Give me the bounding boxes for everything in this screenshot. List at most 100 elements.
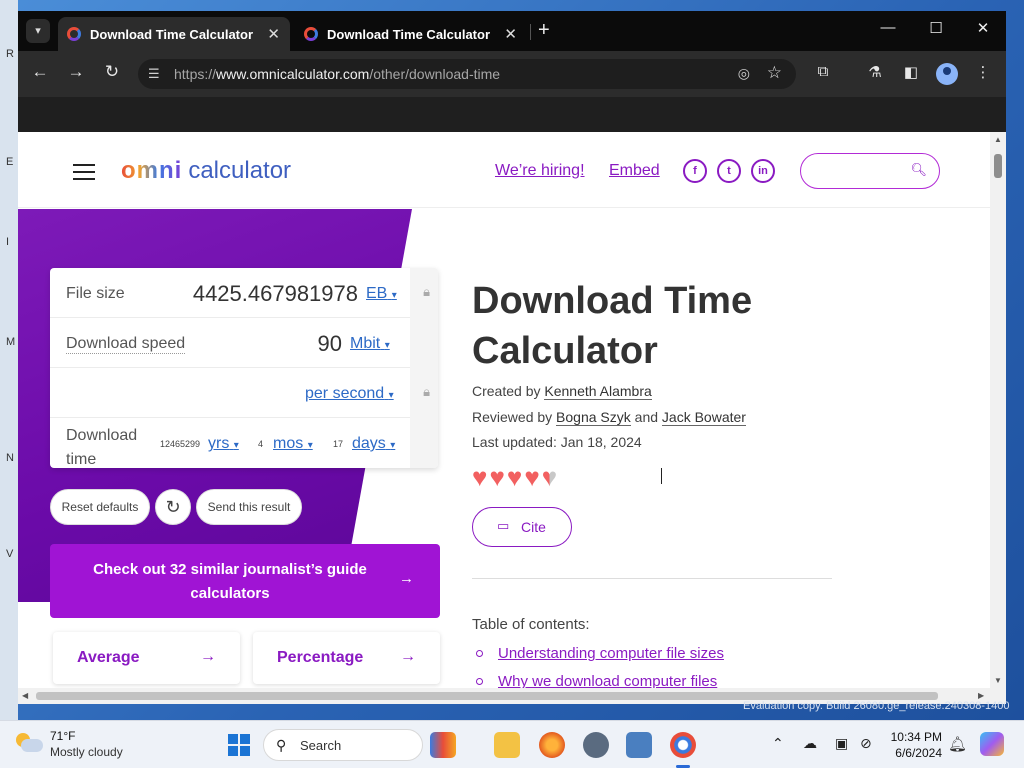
tab-close-icon[interactable]: ✕	[267, 25, 280, 43]
embed-link[interactable]: Embed	[609, 162, 660, 180]
tab-strip: ▾ Download Time Calculator ✕ Download Ti…	[18, 11, 1006, 51]
lock-icon[interactable]: 🔒︎	[423, 284, 430, 300]
search-icon[interactable]: 🔍︎	[910, 162, 927, 178]
evaluation-watermark: Evaluation copy. Build 26080.ge_release.…	[743, 700, 1010, 712]
hamburger-menu-icon[interactable]	[73, 164, 95, 180]
toc-link[interactable]: Why we download computer files	[475, 673, 717, 688]
tab-title: Download Time Calculator	[327, 27, 491, 42]
site-info-icon[interactable]: ☰	[148, 66, 160, 82]
years-value[interactable]: 12465299	[160, 439, 200, 449]
file-explorer-icon[interactable]	[494, 732, 520, 758]
weather-temperature[interactable]: 71°F	[50, 729, 75, 743]
tab-close-icon[interactable]: ✕	[504, 25, 517, 43]
bookmark-bar-area	[18, 97, 1006, 132]
minimize-button[interactable]: —	[873, 19, 903, 36]
download-time-row: Download time 12465299 yrs ▾ 4 mos ▾ 17 d…	[50, 418, 410, 468]
hiring-link[interactable]: We’re hiring!	[495, 162, 585, 180]
site-header: omni calculator We’re hiring! Embed f t i…	[18, 132, 990, 208]
labs-flask-icon[interactable]: ⚗	[864, 63, 886, 81]
reviewer-link[interactable]: Jack Bowater	[661, 409, 746, 426]
network-icon[interactable]: ⊘	[860, 735, 872, 752]
twitter-icon[interactable]: t	[717, 159, 741, 183]
related-average-card[interactable]: Average →	[53, 632, 240, 684]
extensions-icon[interactable]: ⧉	[812, 63, 834, 80]
cite-button[interactable]: ▭ Cite	[472, 507, 572, 547]
heart-icon[interactable]: ♥	[472, 462, 487, 493]
close-window-button[interactable]: ✕	[968, 19, 998, 37]
app-icon[interactable]	[626, 732, 652, 758]
tracking-eye-icon[interactable]: ◎	[738, 65, 750, 82]
heart-icon[interactable]: ♥	[489, 462, 504, 493]
download-speed-label: Download speed	[66, 335, 186, 354]
tab-download-time-inactive[interactable]: Download Time Calculator ✕	[295, 17, 527, 51]
notification-bell-icon[interactable]: 🔔︎	[948, 735, 967, 753]
vertical-scrollbar[interactable]: ▲ ▼	[990, 132, 1006, 688]
taskbar-search[interactable]: ⚲ Search	[263, 729, 423, 761]
url-text: https://www.omnicalculator.com/other/dow…	[174, 66, 501, 82]
similar-calculators-button[interactable]: Check out 32 similar journalist’s guide …	[50, 544, 440, 618]
download-speed-input[interactable]: 90	[318, 331, 342, 357]
lock-icon[interactable]: 🔒︎	[423, 384, 430, 400]
omni-favicon-icon	[304, 27, 318, 41]
back-button[interactable]: ←	[28, 62, 52, 82]
bookmark-star-icon[interactable]: ☆	[767, 63, 782, 83]
reviewer-link[interactable]: Bogna Szyk	[556, 409, 631, 426]
reload-button[interactable]: ↻	[100, 62, 124, 82]
chevron-up-icon[interactable]: ⌃	[772, 735, 784, 752]
author-link[interactable]: Kenneth Alambra	[544, 383, 652, 400]
related-percentage-card[interactable]: Percentage →	[253, 632, 440, 684]
omni-logo[interactable]: omni calculator	[121, 157, 291, 185]
settings-gear-icon[interactable]	[583, 732, 609, 758]
divider	[472, 578, 832, 579]
tab-download-time-active[interactable]: Download Time Calculator ✕	[58, 17, 290, 51]
scroll-thumb[interactable]	[36, 692, 938, 700]
system-clock[interactable]: 10:34 PM 6/6/2024	[890, 729, 942, 761]
maximize-button[interactable]: ☐	[921, 19, 951, 37]
widgets-app-icon[interactable]	[430, 732, 456, 758]
years-unit-select[interactable]: yrs ▾	[208, 435, 239, 453]
days-unit-select[interactable]: days ▾	[352, 435, 395, 453]
copilot-icon[interactable]	[980, 732, 1004, 756]
new-tab-button[interactable]: +	[538, 19, 550, 42]
download-time-label: Download time	[66, 424, 137, 468]
days-value[interactable]: 17	[333, 439, 343, 449]
facebook-icon[interactable]: f	[683, 159, 707, 183]
profile-avatar[interactable]	[936, 63, 958, 85]
more-menu-icon[interactable]: ⋮	[972, 63, 994, 81]
heart-icon[interactable]: ♥	[524, 462, 539, 493]
refresh-icon[interactable]: ↻	[155, 489, 191, 525]
toc-link[interactable]: Understanding computer file sizes	[476, 645, 724, 662]
omni-favicon-icon	[67, 27, 81, 41]
arrow-right-icon: →	[200, 648, 216, 665]
start-windows-icon[interactable]	[228, 734, 250, 756]
send-result-button[interactable]: Send this result	[196, 489, 302, 525]
scroll-thumb[interactable]	[994, 154, 1002, 178]
site-search-input[interactable]: 🔍︎	[800, 153, 940, 189]
linkedin-icon[interactable]: in	[751, 159, 775, 183]
months-unit-select[interactable]: mos ▾	[273, 435, 313, 453]
rating-hearts[interactable]: ♥♥♥♥♥	[472, 462, 559, 493]
firefox-icon[interactable]	[539, 732, 565, 758]
side-panel-icon[interactable]: ◧	[900, 63, 922, 81]
months-value[interactable]: 4	[258, 439, 263, 449]
taskbar: 71°F Mostly cloudy ⚲ Search ⌃ ☁ ▣ ⊘ 10:3…	[0, 720, 1024, 768]
address-bar[interactable]: ☰ https://www.omnicalculator.com/other/d…	[138, 59, 796, 89]
file-size-unit-select[interactable]: EB ▾	[366, 285, 397, 303]
half-heart-icon[interactable]: ♥	[542, 462, 557, 493]
onedrive-cloud-icon[interactable]: ☁	[803, 735, 817, 752]
download-speed-unit-select[interactable]: Mbit ▾	[350, 335, 390, 353]
chrome-icon[interactable]	[670, 732, 696, 758]
last-updated: Last updated: Jan 18, 2024	[472, 434, 642, 450]
per-time-unit-select[interactable]: per second ▾	[305, 385, 394, 403]
browser-toolbar: ← → ↻ ☰ https://www.omnicalculator.com/o…	[18, 51, 1006, 97]
per-time-row: per second ▾	[50, 368, 410, 418]
display-icon[interactable]: ▣	[835, 735, 848, 752]
file-size-input[interactable]: 4425.467981978	[193, 281, 358, 307]
weather-cloud-icon[interactable]	[16, 733, 43, 753]
tab-search-menu-button[interactable]: ▾	[26, 19, 50, 43]
calculator-card: File size 4425.467981978 EB ▾ 🔒︎ Downloa…	[50, 268, 438, 468]
forward-button[interactable]: →	[64, 62, 88, 82]
reset-defaults-button[interactable]: Reset defaults	[50, 489, 150, 525]
heart-icon[interactable]: ♥	[507, 462, 522, 493]
weather-description[interactable]: Mostly cloudy	[50, 745, 123, 759]
